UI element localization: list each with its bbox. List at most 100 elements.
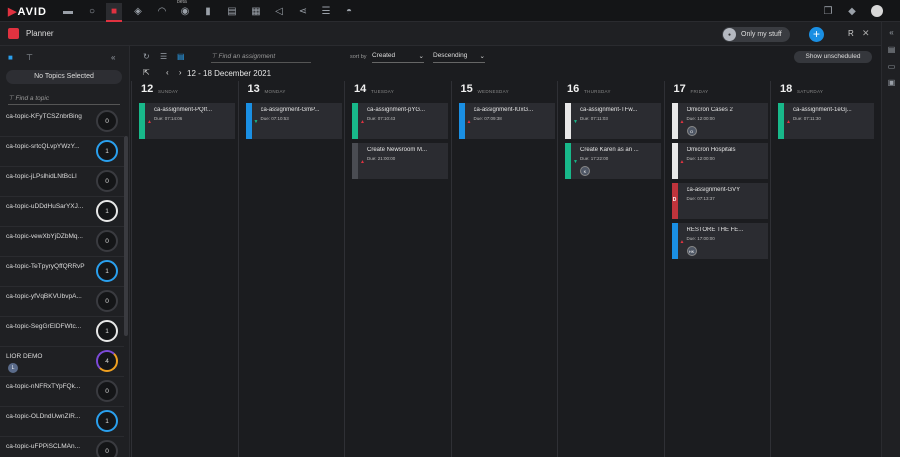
status-stripe [671,103,678,139]
assignment-title: Create Karen as an ... [580,147,639,153]
topic-item[interactable]: ca-topic-uFPPiSCLMAn... 0 [0,437,124,457]
next-week-icon[interactable]: › [179,68,182,77]
day-column[interactable]: 17 FRIDAY ▲ Omicron Cases 2 Due: 12:00:00 O… [663,81,770,457]
topic-item[interactable]: ca-topic-TeTpyryQffQRRvP 1 [0,257,124,287]
day-column[interactable]: 16 THURSDAY ▼ ca-assignment-TFw... Due: 07… [557,81,663,457]
today-icon[interactable]: ⇱ [143,68,150,77]
day-column[interactable]: 13 MONDAY ▼ ca-assignment-GmP... Due: 07:1… [237,81,344,457]
chevron-down-icon: ⌄ [479,53,485,60]
day-number: 13 [247,83,260,95]
day-column[interactable]: 15 WEDNESDAY ▲ ca-assignment-IUxG... Due: … [450,81,557,457]
topic-item[interactable]: ca-topic-OLDndUwnZIR... 1 [0,407,124,437]
user-icon[interactable] [869,3,885,19]
planner-main: ↻ ☰ ▤ ⊤ Find an assignment sort by Creat… [131,46,881,457]
no-topics-selected[interactable]: No Topics Selected [6,70,122,84]
stripe-label: D [672,197,677,203]
day-name: SUNDAY [158,89,179,94]
day-name: THURSDAY [584,89,611,94]
gallery-icon[interactable]: ▦ [248,3,264,19]
refresh-icon[interactable]: ↻ [143,52,150,61]
assignment-card[interactable]: ▲ Omicron Cases 2 Due: 12:00:00 O [671,103,768,139]
day-number: 15 [460,83,473,95]
collapse-panel-icon[interactable]: « [886,28,897,37]
search-icon[interactable]: ○ [84,3,100,19]
copy-icon[interactable]: ❐ [820,3,836,19]
media-icon[interactable]: ▭ [886,62,897,71]
assignment-due: Due: 12:00:00 [686,156,715,161]
list-view-icon[interactable]: ☰ [160,52,167,61]
close-button[interactable]: ✕ [862,28,870,39]
assignment-card[interactable]: ▲ Omicron Hospitals Due: 12:00:00 [671,143,768,179]
topic-count-ring: 1 [96,410,118,432]
broadcast-icon[interactable]: ◉ [177,3,193,19]
assignment-due: Due: 17:00:00 [686,236,715,241]
assignment-card[interactable]: Dca-assignment-GVY Due: 07:13:37 [671,183,768,219]
pin-button[interactable]: R [848,29,854,38]
assignment-card[interactable]: ▼ Create Karen as an ... Due: 17:22:00 K [565,143,661,179]
add-button[interactable]: + [809,27,824,42]
eye-icon[interactable]: ◈ [130,3,146,19]
topic-item[interactable]: ca-topic-yfVqBKVUbvpA... 0 [0,287,124,317]
calendar-view-icon[interactable]: ▤ [177,52,185,61]
assignment-due: Due: 17:22:00 [580,156,609,161]
priority-icon: ▲ [679,239,685,245]
assignment-card[interactable]: ▼ ca-assignment-GmP... Due: 07:10:53 [245,103,342,139]
filter-icon[interactable]: ⊤ [26,53,33,62]
prev-week-icon[interactable]: ‹ [166,68,169,77]
topic-name: ca-topic-uFPPiSCLMAn... [6,443,81,450]
topic-count-ring: 0 [96,110,118,132]
bell-icon[interactable]: ◆ [844,3,860,19]
rundown-icon[interactable]: ☰ [318,3,334,19]
topic-item[interactable]: ca-topic-nNFRxTYpFQk... 0 [0,377,124,407]
topic-item[interactable]: ca-topic-vewXbYjDZbMq... 0 [0,227,124,257]
topic-count-ring: 0 [96,170,118,192]
assignment-title: RESTORE THE FE... [686,227,744,233]
assignment-card[interactable]: ▲ RESTORE THE FE... Due: 17:00:00 HK [671,223,768,259]
panel-icon[interactable]: ▤ [886,45,897,54]
sidebar-scrollbar[interactable] [124,136,128,336]
only-my-stuff-label: Only my stuff [741,31,782,38]
avid-logo[interactable]: ▶AVID [8,5,47,18]
sort-field-select[interactable]: Created ⌄ [372,52,424,63]
topic-item[interactable]: ca-topic-srtcQLvpYWzY... 1 [0,137,124,167]
sort-order-select[interactable]: Descending ⌄ [433,52,485,63]
topic-item[interactable]: LIOR DEMO L 4 [0,347,124,377]
priority-icon: ▲ [679,159,685,165]
chat-icon[interactable]: ▣ [886,78,897,87]
day-column[interactable]: 12 SUNDAY ▲ ca-assignment-PQIf... Due: 07:… [131,81,237,457]
only-my-stuff-toggle[interactable]: ● Only my stuff [722,27,790,42]
collapse-sidebar-icon[interactable]: « [111,53,115,62]
assignment-due: Due: 21:00:00 [367,156,396,161]
share-icon[interactable]: ◁ [271,3,287,19]
assignment-search-input[interactable]: ⊤ Find an assignment [211,52,311,63]
day-name: SATURDAY [797,89,824,94]
share-alt-icon[interactable]: ⋖ [295,3,311,19]
topic-item[interactable]: ca-topic-KFyTCSZnbrBing 0 [0,107,124,137]
assignment-card[interactable]: ▲ Create Newsroom M... Due: 21:00:00 [352,143,448,179]
planner-app-icon [8,28,19,39]
day-column[interactable]: 14 TUESDAY ▲ ca-assignment-pYG... Due: 07:… [344,81,450,457]
assignment-title: ca-assignment-1eGj... [793,107,852,113]
day-column[interactable]: 18 SATURDAY ▲ ca-assignment-1eGj... Due: 0… [770,81,876,457]
assignment-title: ca-assignment-PQIf... [154,107,213,113]
planner-icon[interactable]: ■ [106,3,122,22]
assignment-card[interactable]: ▼ ca-assignment-TFw... Due: 07:11:03 [565,103,661,139]
assignment-card[interactable]: ▲ ca-assignment-pYG... Due: 07:10:43 [352,103,448,139]
bookmark-icon[interactable]: ▮ [200,3,216,19]
assignment-due: Due: 07:14:06 [154,116,183,121]
topic-item[interactable]: ca-topic-jLPslhidLNtBcLI 0 [0,167,124,197]
show-unscheduled-button[interactable]: Show unscheduled [794,51,872,63]
assignment-title: ca-assignment-pYG... [367,107,426,113]
topic-item[interactable]: ca-topic-SegGrEIDFWtc... 1 [0,317,124,347]
topic-view-icon[interactable]: ■ [8,53,13,62]
assignment-card[interactable]: ▲ ca-assignment-PQIf... Due: 07:14:06 [139,103,235,139]
headset-icon[interactable]: ◠ [154,3,170,19]
assignment-card[interactable]: ▲ ca-assignment-1eGj... Due: 07:11:30 [778,103,874,139]
topic-search-input[interactable]: ⊤ Find a topic [8,94,120,105]
news-icon[interactable]: ▤ [224,3,240,19]
folder-icon[interactable]: ▬ [60,3,76,19]
assignment-card[interactable]: ▲ ca-assignment-IUxG... Due: 07:09:38 [458,103,555,139]
topics-sidebar: ■ ⊤ « No Topics Selected ⊤ Find a topic … [0,46,130,457]
topic-item[interactable]: ca-topic-uDDdHuSarYXJ... 1 [0,197,124,227]
cam-icon[interactable]: ◓ [341,3,357,19]
